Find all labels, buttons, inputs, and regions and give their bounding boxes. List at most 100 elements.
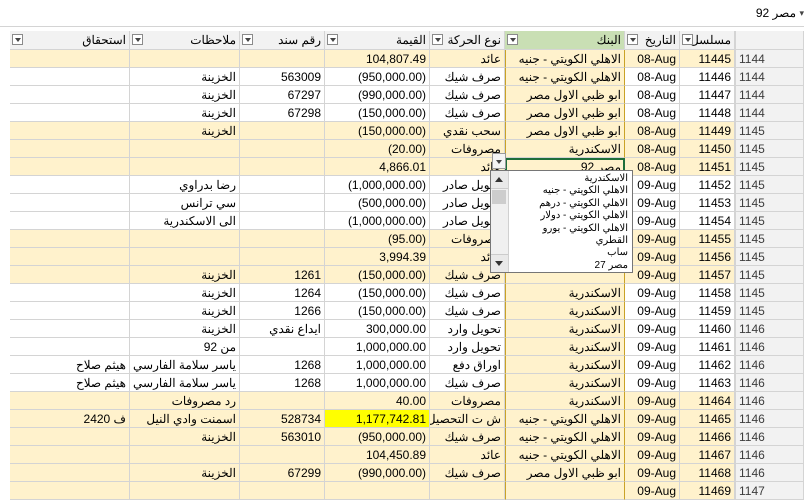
cell-date[interactable]: 09-Aug [625,284,680,302]
cell-serial[interactable]: 11455 [680,230,735,248]
cell-serial[interactable]: 11447 [680,86,735,104]
cell-notes[interactable]: الخزينة [130,464,240,482]
cell-due[interactable] [10,302,130,320]
cell-amount[interactable]: 1,000,000.00 [325,374,430,392]
cell-serial[interactable]: 11466 [680,428,735,446]
cell-due[interactable] [10,248,130,266]
cell-due[interactable] [10,68,130,86]
row-header[interactable]: 1146 [735,410,804,428]
row-header[interactable]: 1145 [735,194,804,212]
cell-due[interactable] [10,104,130,122]
cell-amount[interactable]: 3,994.39 [325,248,430,266]
cell-due[interactable] [10,482,130,500]
cell-serial[interactable]: 11452 [680,176,735,194]
cell-amount[interactable] [325,482,430,500]
cell-notes[interactable]: رد مصروفات [130,392,240,410]
cell-amount[interactable]: 300,000.00 [325,320,430,338]
cell-serial[interactable]: 11463 [680,374,735,392]
cell-amount[interactable]: 1,177,742.81 [325,410,430,428]
dropdown-option[interactable]: الاسكندرية [510,173,628,185]
chevron-down-icon[interactable]: ▾ [799,8,804,19]
cell-serial[interactable]: 11468 [680,464,735,482]
cell-notes[interactable] [130,140,240,158]
cell-date[interactable]: 08-Aug [625,50,680,68]
cell-type[interactable]: صرف شيك [430,86,505,104]
cell-notes[interactable]: الخزينة [130,266,240,284]
cell-bank[interactable]: الاهلي الكويتي - جنيه [505,50,625,68]
dropdown-option[interactable]: الاهلي الكويتي - يورو [510,223,628,235]
header-serial[interactable]: مسلسل [680,31,735,50]
cell-bank[interactable]: الاسكندرية [505,320,625,338]
cell-doc[interactable]: ايداع نقدي [240,320,325,338]
filter-dropdown-icon[interactable] [627,34,638,45]
cell-amount[interactable]: (150,000.00) [325,284,430,302]
row-header[interactable]: 1145 [735,212,804,230]
cell-serial[interactable]: 11469 [680,482,735,500]
cell-doc[interactable] [240,446,325,464]
cell-bank[interactable]: الاهلي الكويتي - جنيه [505,446,625,464]
filter-dropdown-icon[interactable] [327,34,338,45]
cell-type[interactable]: مصروفات [430,392,505,410]
cell-bank[interactable]: الاسكندرية [505,374,625,392]
cell-notes[interactable]: من 92 [130,338,240,356]
cell-bank[interactable]: الاهلي الكويتي - جنيه [505,410,625,428]
filter-dropdown-icon[interactable] [242,34,253,45]
cell-notes[interactable]: ياسر سلامة الفارسي [130,374,240,392]
header-date[interactable]: التاريخ [625,31,680,50]
cell-doc[interactable]: 67298 [240,104,325,122]
header-bank[interactable]: البنك [505,31,625,50]
dropdown-scrollbar[interactable] [491,171,509,272]
scroll-down-icon[interactable] [491,254,508,272]
formula-bar[interactable]: مصر 92 ▾ [0,0,804,27]
cell-due[interactable] [10,194,130,212]
cell-date[interactable]: 09-Aug [625,248,680,266]
cell-notes[interactable]: سي ترانس [130,194,240,212]
row-header[interactable]: 1147 [735,482,804,500]
formula-value[interactable]: مصر 92 [756,6,796,20]
cell-date[interactable]: 09-Aug [625,446,680,464]
cell-due[interactable] [10,122,130,140]
cell-date[interactable]: 08-Aug [625,140,680,158]
dropdown-option[interactable]: القطري [510,235,628,247]
cell-serial[interactable]: 11459 [680,302,735,320]
cell-bank[interactable]: الاهلي الكويتي - جنيه [505,68,625,86]
cell-amount[interactable]: (95.00) [325,230,430,248]
header-notes[interactable]: ملاحظات [130,31,240,50]
cell-doc[interactable]: 563010 [240,428,325,446]
cell-doc[interactable] [240,338,325,356]
cell-type[interactable]: صرف شيك [430,104,505,122]
row-header[interactable]: 1145 [735,284,804,302]
cell-notes[interactable]: الخزينة [130,122,240,140]
row-header[interactable]: 1144 [735,86,804,104]
cell-serial[interactable]: 11457 [680,266,735,284]
cell-bank[interactable]: ابو ظبي الاول مصر [505,104,625,122]
row-header[interactable]: 1146 [735,392,804,410]
cell-due[interactable] [10,338,130,356]
cell-type[interactable]: تحويل وارد [430,320,505,338]
dropdown-option[interactable]: الاهلي الكويتي - جنيه [510,185,628,197]
cell-serial[interactable]: 11450 [680,140,735,158]
cell-type[interactable] [430,482,505,500]
cell-serial[interactable]: 11464 [680,392,735,410]
cell-notes[interactable]: رضا بدراوي [130,176,240,194]
cell-notes[interactable]: اسمنت وادي النيل [130,410,240,428]
row-header[interactable]: 1144 [735,68,804,86]
cell-notes[interactable] [130,482,240,500]
header-type[interactable]: نوع الحركة [430,31,505,50]
filter-dropdown-icon[interactable] [682,34,693,45]
header-due[interactable]: استحقاق [10,31,130,50]
cell-type[interactable]: عائد [430,50,505,68]
cell-serial[interactable]: 11458 [680,284,735,302]
cell-doc[interactable] [240,248,325,266]
cell-date[interactable]: 09-Aug [625,176,680,194]
row-header[interactable]: 1146 [735,446,804,464]
dropdown-option[interactable]: ساب [510,247,628,259]
cell-notes[interactable]: الخزينة [130,320,240,338]
cell-doc[interactable]: 67297 [240,86,325,104]
row-header[interactable]: 1146 [735,356,804,374]
filter-dropdown-icon[interactable] [432,34,443,45]
row-header[interactable]: 1146 [735,320,804,338]
cell-bank[interactable]: ابو ظبي الاول مصر [505,86,625,104]
scroll-thumb[interactable] [492,190,506,204]
cell-doc[interactable]: 1266 [240,302,325,320]
